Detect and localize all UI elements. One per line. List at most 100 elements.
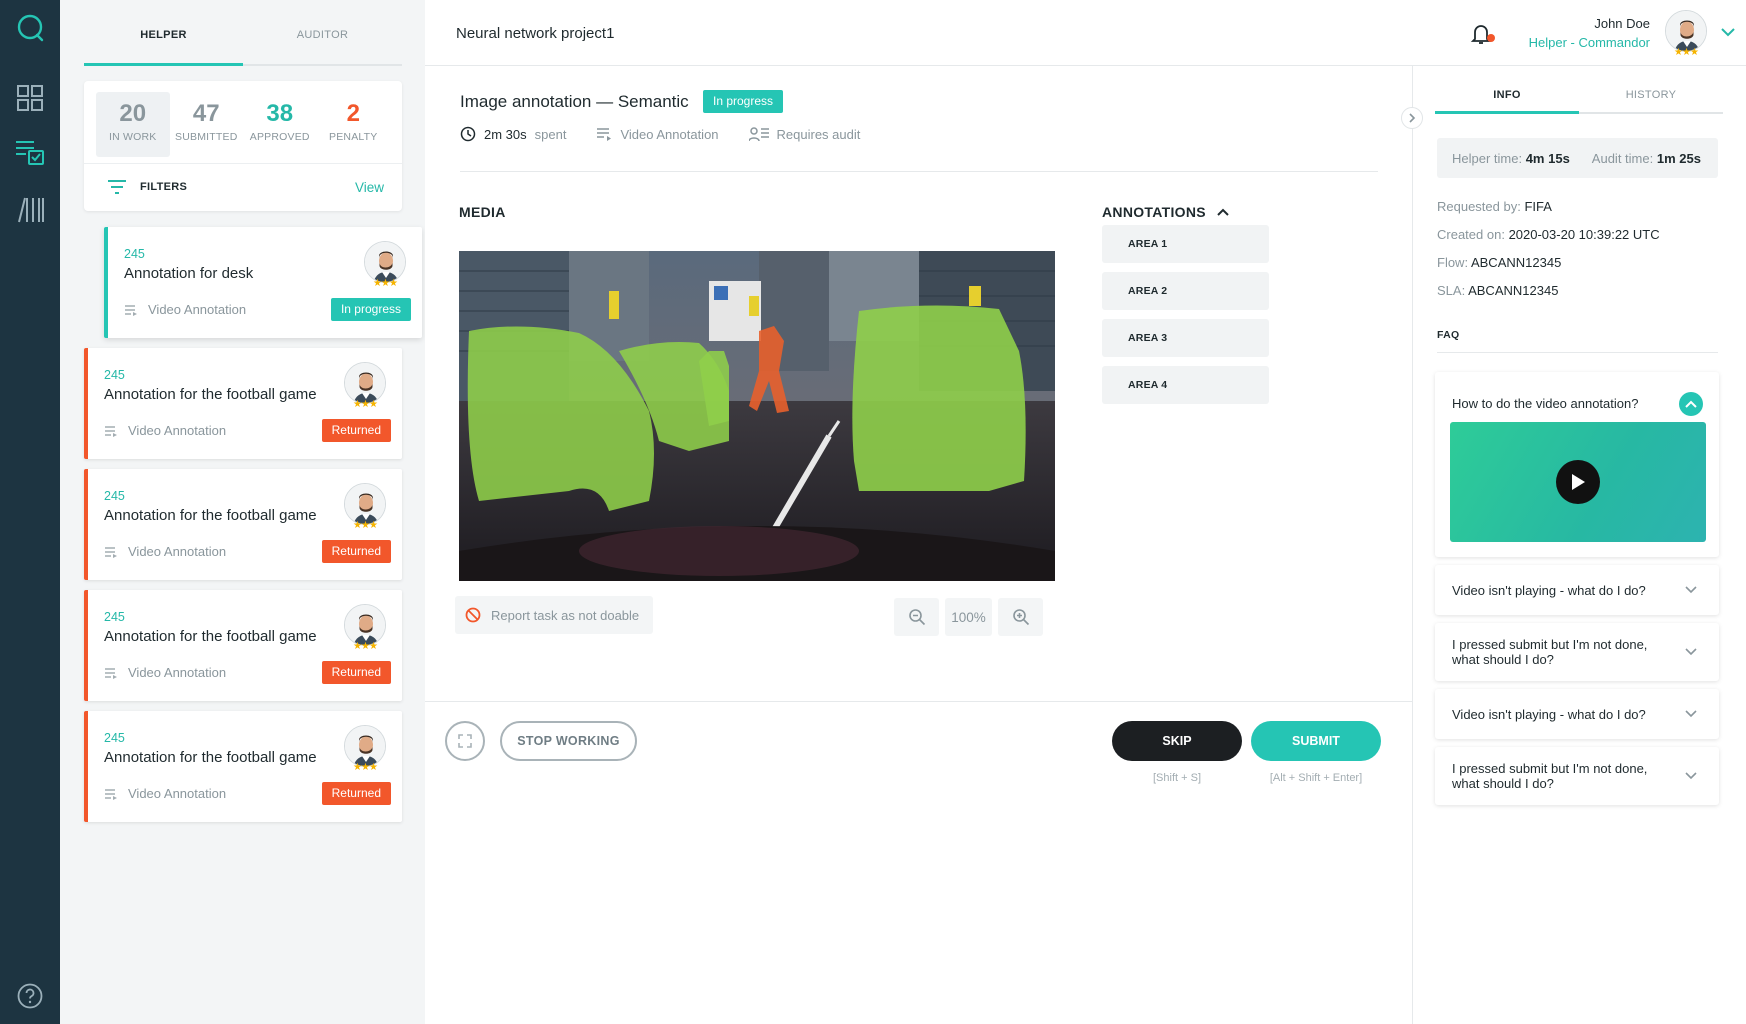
block-icon	[465, 607, 481, 623]
faq-item-expanded[interactable]: How to do the video annotation?	[1435, 372, 1719, 557]
task-type-label: Video Annotation	[128, 786, 227, 801]
chevron-down-icon[interactable]	[1679, 578, 1703, 602]
detail-created-on: Created on: 2020-03-20 10:39:22 UTC	[1437, 227, 1660, 242]
task-card[interactable]: 245 Annotation for desk Video Annotation ★★…	[104, 227, 422, 338]
filters-label: FILTERS	[140, 181, 188, 193]
time-spent-value: 2m 30s	[484, 126, 527, 142]
faq-item[interactable]: Video isn't playing - what do I do?	[1435, 565, 1719, 615]
task-type: Video Annotation	[104, 423, 226, 438]
task-type: Video Annotation	[104, 665, 226, 680]
zoom-in-button[interactable]	[998, 598, 1043, 636]
task-card[interactable]: 245 Annotation for the football game Video…	[84, 590, 402, 701]
assignee-avatar: ★★★	[344, 725, 386, 773]
task-card[interactable]: 245 Annotation for the football game Video…	[84, 469, 402, 580]
faq-heading: FAQ	[1437, 329, 1460, 341]
chevron-up-icon[interactable]	[1679, 392, 1703, 416]
faq-question: Video isn't playing - what do I do?	[1452, 583, 1646, 598]
audit-user-icon	[748, 127, 769, 142]
assignee-avatar: ★★★	[344, 483, 386, 531]
user-role: Helper - Commandor	[1528, 35, 1650, 50]
chevron-down-icon[interactable]	[1721, 24, 1735, 42]
stat-value: 20	[119, 100, 147, 127]
notification-bell-icon[interactable]	[1470, 22, 1496, 51]
task-title: Annotation for the football game	[104, 628, 317, 645]
tab-info[interactable]: INFO	[1435, 66, 1579, 114]
chat-icon[interactable]	[12, 10, 48, 46]
faq-video-player[interactable]	[1450, 422, 1706, 542]
task-meta: 2m 30s spent Video Annotation Requires a…	[460, 126, 890, 142]
faq-item[interactable]: I pressed submit but I'm not done, what …	[1435, 747, 1719, 805]
chevron-down-icon[interactable]	[1679, 702, 1703, 726]
tab-history[interactable]: HISTORY	[1579, 66, 1723, 112]
detail-requested-by: Requested by: FIFA	[1437, 199, 1552, 214]
stat-label: PENALTY	[329, 131, 378, 143]
detail-label: Created on:	[1437, 227, 1505, 242]
library-icon[interactable]	[12, 192, 48, 228]
avatar: ★★★	[1665, 10, 1707, 58]
skip-shortcut-hint: [Shift + S]	[1153, 772, 1201, 784]
rating-stars: ★★★	[353, 762, 378, 773]
task-id: 245	[104, 731, 125, 745]
annotation-area-2[interactable]: AREA 2	[1102, 272, 1269, 310]
task-id: 245	[104, 489, 125, 503]
dashboard-icon[interactable]	[12, 80, 48, 116]
list-icon	[597, 128, 612, 141]
tab-helper[interactable]: HELPER	[84, 0, 243, 66]
detail-label: SLA:	[1437, 283, 1466, 298]
media-image[interactable]	[459, 251, 1055, 581]
detail-flow: Flow: ABCANN12345	[1437, 255, 1561, 270]
annotations-heading[interactable]: ANNOTATIONS	[1102, 204, 1230, 220]
faq-item[interactable]: Video isn't playing - what do I do?	[1435, 689, 1719, 739]
collapse-panel-button[interactable]	[1401, 107, 1423, 129]
annotation-area-1[interactable]: AREA 1	[1102, 225, 1269, 263]
task-id: 245	[104, 368, 125, 382]
task-type-label: Video Annotation	[128, 665, 227, 680]
chevron-down-icon[interactable]	[1679, 764, 1703, 788]
rating-stars: ★★★	[373, 278, 398, 289]
chevron-down-icon[interactable]	[1679, 640, 1703, 664]
task-title: Annotation for the football game	[104, 507, 317, 524]
stop-working-button[interactable]: STOP WORKING	[500, 721, 637, 761]
stat-approved[interactable]: 38 APPROVED	[243, 92, 317, 157]
annotation-area-4[interactable]: AREA 4	[1102, 366, 1269, 404]
stat-value: 47	[192, 100, 220, 127]
annotation-area-3[interactable]: AREA 3	[1102, 319, 1269, 357]
divider	[1437, 352, 1718, 353]
filters-view-link[interactable]: View	[355, 180, 384, 195]
rating-stars: ★★★	[353, 399, 378, 410]
list-icon	[105, 425, 117, 437]
task-list-panel: HELPER AUDITOR 20 IN WORK 47 SUBMITTED 3…	[60, 0, 425, 1024]
detail-sla: SLA: ABCANN12345	[1437, 283, 1558, 298]
zoom-in-icon	[1012, 609, 1029, 626]
assignee-avatar: ★★★	[344, 604, 386, 652]
helper-time-label: Helper time:	[1452, 150, 1523, 166]
stat-value: 38	[266, 100, 294, 127]
task-type: Video Annotation	[104, 544, 226, 559]
user-avatar[interactable]: ★★★	[1665, 10, 1707, 58]
help-icon[interactable]	[12, 978, 48, 1014]
task-card[interactable]: 245 Annotation for the football game Video…	[84, 711, 402, 822]
role-tabs: HELPER AUDITOR	[84, 0, 402, 66]
list-icon	[105, 667, 117, 679]
task-type-label: Video Annotation	[148, 302, 247, 317]
list-icon	[105, 546, 117, 558]
chevron-up-icon[interactable]	[1216, 207, 1230, 217]
play-icon[interactable]	[1556, 460, 1600, 504]
zoom-level: 100%	[945, 598, 992, 636]
fullscreen-button[interactable]	[445, 721, 485, 761]
skip-button[interactable]: SKIP	[1112, 721, 1242, 761]
stat-penalty[interactable]: 2 PENALTY	[317, 92, 391, 157]
stat-submitted[interactable]: 47 SUBMITTED	[170, 92, 244, 157]
avatar: ★★★	[364, 241, 406, 289]
report-label: Report task as not doable	[491, 607, 640, 623]
zoom-out-button[interactable]	[894, 598, 939, 636]
tab-auditor[interactable]: AUDITOR	[243, 0, 402, 64]
rating-stars: ★★★	[353, 641, 378, 652]
task-card[interactable]: 245 Annotation for the football game Video…	[84, 348, 402, 459]
faq-item[interactable]: I pressed submit but I'm not done, what …	[1435, 623, 1719, 681]
tasks-icon[interactable]	[12, 134, 48, 170]
nav-rail	[0, 0, 60, 1024]
stat-in-work[interactable]: 20 IN WORK	[96, 92, 170, 157]
report-not-doable-button[interactable]: Report task as not doable	[455, 596, 653, 634]
submit-button[interactable]: SUBMIT	[1251, 721, 1381, 761]
